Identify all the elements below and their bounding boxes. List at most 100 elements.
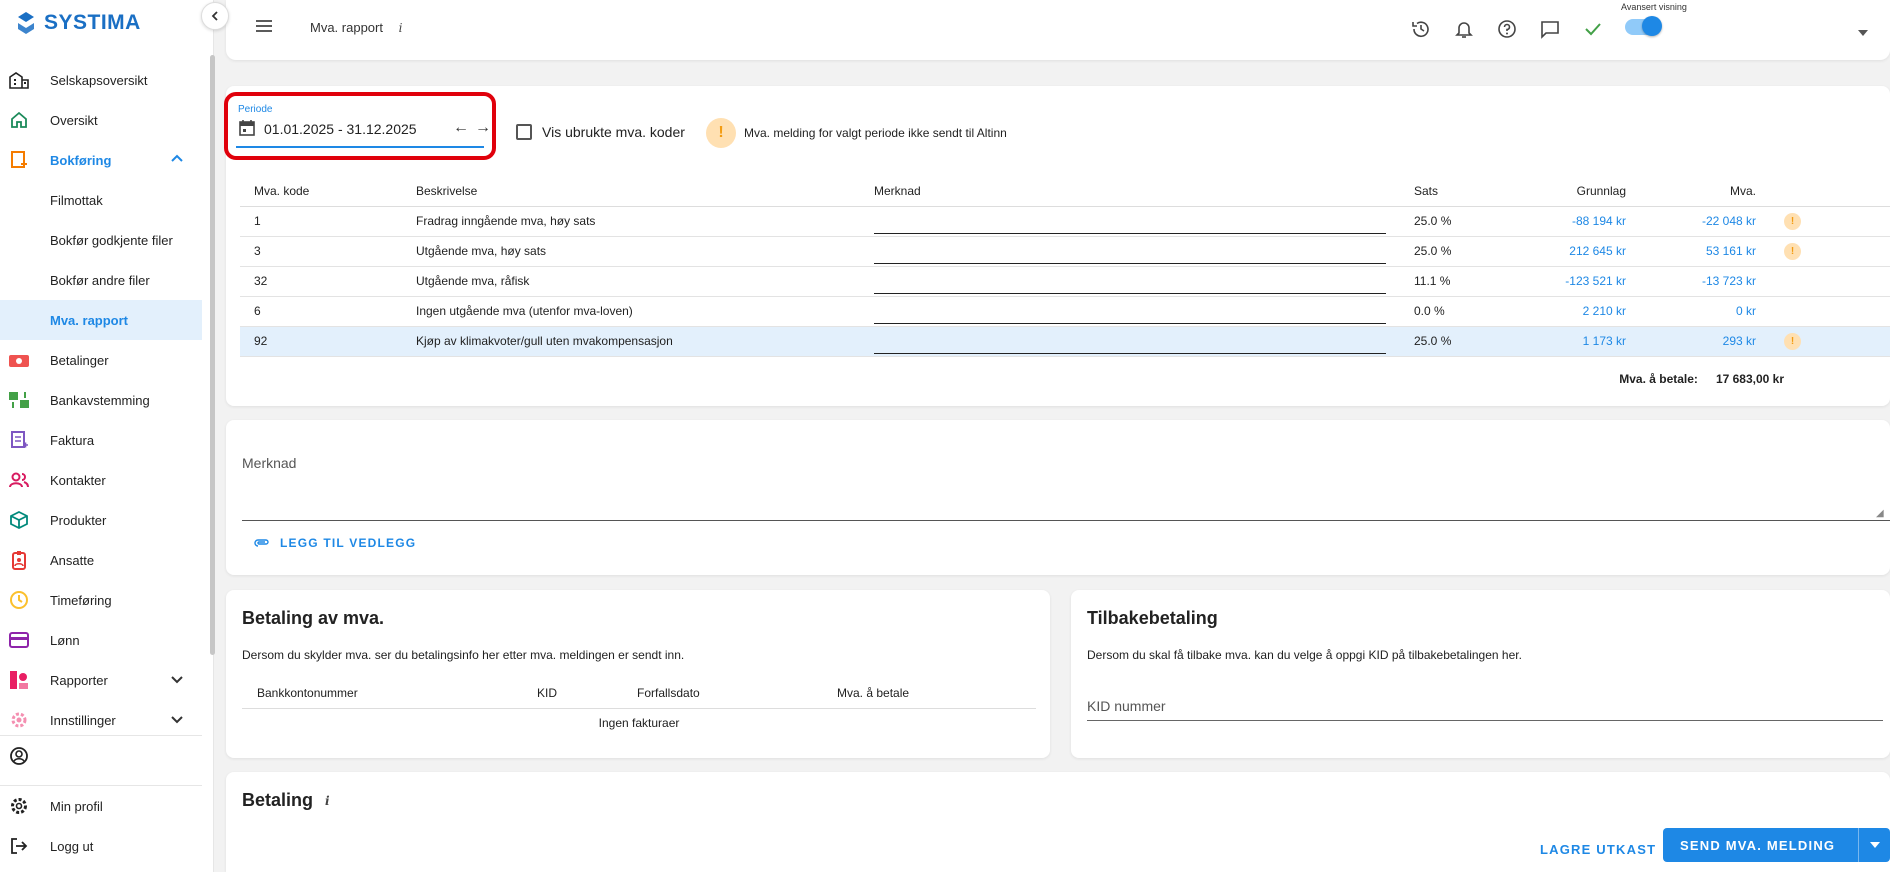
sidebar-item-oversikt[interactable]: Oversikt	[0, 100, 202, 140]
advanced-view-toggle[interactable]	[1625, 16, 1662, 36]
cell-merknad	[860, 236, 1400, 267]
period-field[interactable]: Periode 01.01.2025 - 31.12.2025 ← →	[224, 92, 496, 160]
sidebar-item-innstillinger[interactable]: Innstillinger	[0, 700, 202, 740]
app-logo[interactable]: SYSTIMA	[14, 8, 141, 38]
sidebar-item-bankavstemming[interactable]: Bankavstemming	[0, 380, 202, 420]
column-header-grunnlag[interactable]: Grunnlag	[1510, 176, 1640, 207]
cell-grunnlag[interactable]: -88 194 kr	[1510, 206, 1640, 237]
menu-icon[interactable]	[254, 18, 274, 37]
table-row[interactable]: 1 Fradrag inngående mva, høy sats 25.0 %…	[240, 206, 1890, 237]
arrow-left-icon[interactable]: ←	[453, 119, 469, 137]
kid-input[interactable]: KID nummer	[1087, 698, 1166, 714]
payment-title-text: Betaling	[242, 790, 314, 810]
sidebar-item-produkter[interactable]: Produkter	[0, 500, 202, 540]
cell-grunnlag[interactable]: 1 173 kr	[1510, 326, 1640, 357]
add-attachment-button[interactable]: LEGG TIL VEDLEGG	[254, 536, 416, 550]
column-header-kode[interactable]: Mva. kode	[240, 176, 402, 207]
check-icon[interactable]	[1578, 14, 1608, 44]
account-button[interactable]	[0, 736, 202, 776]
calendar-icon[interactable]	[238, 119, 256, 140]
column-header-beskrivelse[interactable]: Beskrivelse	[402, 176, 860, 207]
show-unused-codes-checkbox[interactable]: Vis ubrukte mva. koder	[516, 124, 685, 140]
help-icon[interactable]	[1492, 14, 1522, 44]
merknad-input[interactable]	[874, 332, 1386, 354]
sidebar-item-faktura[interactable]: Faktura	[0, 420, 202, 460]
warning-icon[interactable]: !	[1784, 212, 1801, 230]
cell-status	[1770, 266, 1890, 297]
chat-icon[interactable]	[1535, 14, 1565, 44]
cell-kode: 6	[240, 296, 402, 327]
caret-down-icon[interactable]	[1858, 828, 1890, 862]
info-icon[interactable]: i	[399, 21, 403, 35]
merknad-input[interactable]	[874, 242, 1386, 264]
caret-down-icon[interactable]	[1858, 24, 1868, 39]
cell-mva[interactable]: -22 048 kr	[1640, 206, 1770, 237]
info-icon[interactable]: i	[325, 794, 330, 808]
merknad-input[interactable]	[874, 272, 1386, 294]
sidebar-item-logg-ut[interactable]: Logg ut	[0, 826, 202, 866]
sidebar-item-bokfor-godkjente-filer[interactable]: Bokfør godkjente filer	[0, 220, 202, 260]
altinn-warning: ! Mva. melding for valgt periode ikke se…	[706, 118, 1007, 148]
sidebar-item-label: Kontakter	[50, 472, 106, 488]
arrow-right-icon[interactable]: →	[475, 119, 491, 137]
sidebar-item-label: Ansatte	[50, 552, 95, 568]
sidebar-item-mva-rapport[interactable]: Mva. rapport	[0, 300, 202, 340]
history-icon[interactable]	[1406, 14, 1436, 44]
total-value: 17 683,00 kr	[1715, 372, 1784, 386]
sidebar-item-kontakter[interactable]: Kontakter	[0, 460, 202, 500]
table-row[interactable]: 92 Kjøp av klimakvoter/gull uten mvakomp…	[240, 326, 1890, 357]
cell-mva[interactable]: 293 kr	[1640, 326, 1770, 357]
merknad-input[interactable]	[874, 212, 1386, 234]
merknad-input[interactable]	[874, 302, 1386, 324]
checkbox-box[interactable]	[516, 124, 532, 140]
sidebar-item-ansatte[interactable]: Ansatte	[0, 540, 202, 580]
empty-row: Ingen fakturaer	[242, 708, 1036, 738]
add-attachment-label: LEGG TIL VEDLEGG	[280, 536, 417, 550]
cell-mva[interactable]: 53 161 kr	[1640, 236, 1770, 267]
kid-underline	[1087, 720, 1883, 721]
warning-icon[interactable]: !	[1784, 242, 1801, 260]
sidebar-item-selskapsoversikt[interactable]: Selskapsoversikt	[0, 60, 202, 100]
table-row[interactable]: 6 Ingen utgående mva (utenfor mva-loven)…	[240, 296, 1890, 327]
sidebar-item-label: Selskapsoversikt	[50, 72, 148, 88]
column-header-mva[interactable]: Mva.	[1640, 176, 1770, 207]
cell-beskrivelse: Utgående mva, råfisk	[402, 266, 860, 297]
cell-merknad	[860, 326, 1400, 357]
table-row[interactable]: 3 Utgående mva, høy sats 25.0 % 212 645 …	[240, 236, 1890, 267]
table-header-row: Bankkontonummer KID Forfallsdato Mva. å …	[242, 678, 1036, 709]
sidebar-item-timeforing[interactable]: Timeføring	[0, 580, 202, 620]
mva-report-card: Periode 01.01.2025 - 31.12.2025 ← → Vis …	[224, 86, 1890, 406]
gear-icon	[8, 795, 30, 817]
column-header-merknad[interactable]: Merknad	[860, 176, 1400, 207]
sidebar-item-label: Min profil	[50, 798, 103, 814]
sidebar-item-bokforing[interactable]: Bokføring	[0, 140, 202, 180]
salary-icon	[8, 629, 30, 651]
cell-mva[interactable]: 0 kr	[1640, 296, 1770, 327]
payment-card: Betaling i LAGRE UTKAST SEND MVA. MELDIN…	[226, 772, 1890, 872]
cell-mva[interactable]: -13 723 kr	[1640, 266, 1770, 297]
collapse-sidebar-button[interactable]	[201, 2, 229, 30]
cell-kode: 1	[240, 206, 402, 237]
sidebar-item-betalinger[interactable]: Betalinger	[0, 340, 202, 380]
cell-status: !	[1770, 206, 1890, 237]
column-header-sats[interactable]: Sats	[1400, 176, 1510, 207]
sidebar: SYSTIMA Selskapsoversikt Oversikt Bokfør…	[0, 0, 215, 872]
bell-icon[interactable]	[1449, 14, 1479, 44]
sidebar-item-bokfor-andre-filer[interactable]: Bokfør andre filer	[0, 260, 202, 300]
sidebar-item-lonn[interactable]: Lønn	[0, 620, 202, 660]
sidebar-item-min-profil[interactable]: Min profil	[0, 786, 202, 826]
send-vat-report-button[interactable]: SEND MVA. MELDING	[1663, 828, 1890, 862]
resize-handle-icon[interactable]: ◢	[1876, 508, 1884, 519]
sidebar-item-rapporter[interactable]: Rapporter	[0, 660, 202, 700]
table-row[interactable]: 32 Utgående mva, råfisk 11.1 % -123 521 …	[240, 266, 1890, 297]
warning-icon[interactable]: !	[1784, 332, 1801, 350]
cell-grunnlag[interactable]: 2 210 kr	[1510, 296, 1640, 327]
cell-grunnlag[interactable]: 212 645 kr	[1510, 236, 1640, 267]
cell-grunnlag[interactable]: -123 521 kr	[1510, 266, 1640, 297]
save-draft-button[interactable]: LAGRE UTKAST	[1526, 832, 1670, 867]
note-textarea[interactable]	[242, 520, 1890, 521]
cell-sats: 0.0 %	[1400, 296, 1510, 327]
sidebar-scrollbar[interactable]	[210, 55, 215, 655]
sidebar-item-filmottak[interactable]: Filmottak	[0, 180, 202, 220]
paperclip-icon	[254, 539, 269, 547]
